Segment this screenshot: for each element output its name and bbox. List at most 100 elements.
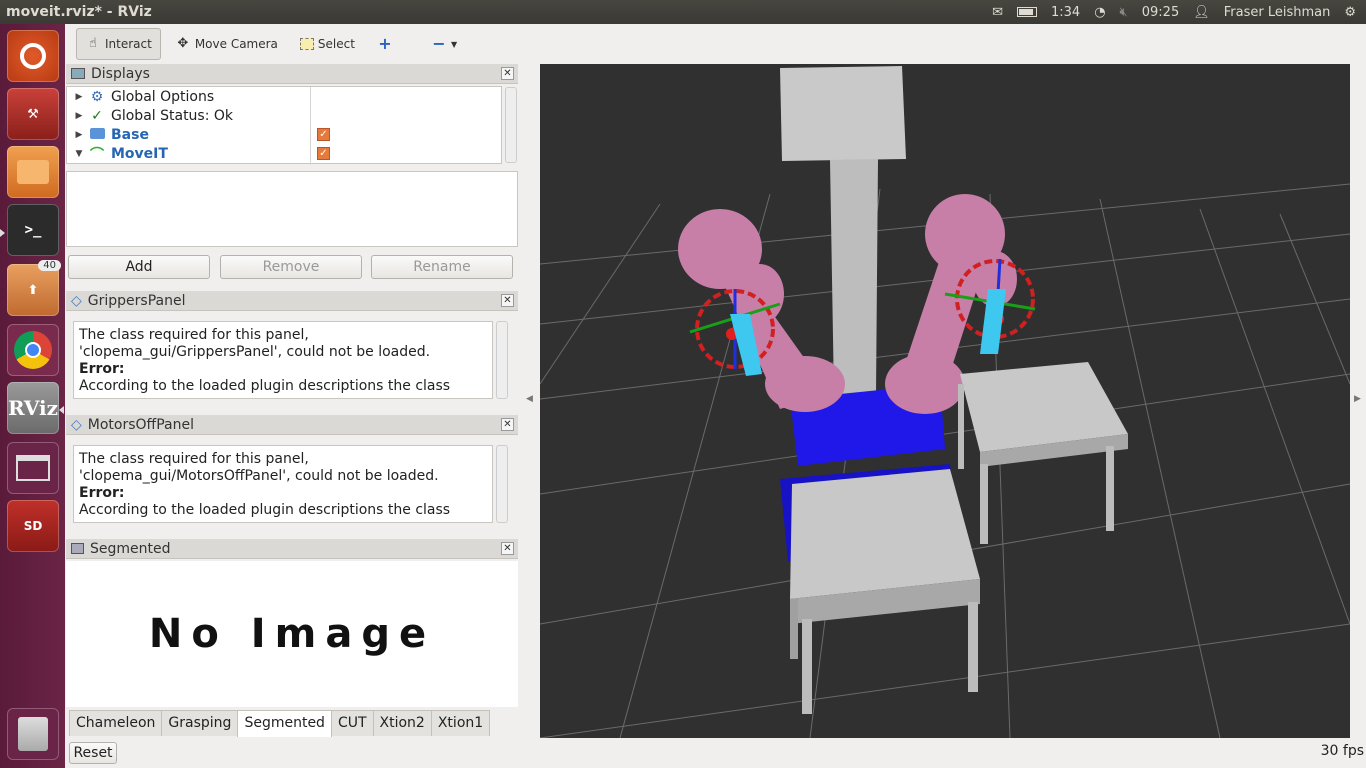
tree-label: Global Options (111, 88, 215, 105)
scene-svg (540, 66, 1350, 738)
grippers-scrollbar[interactable] (496, 321, 508, 399)
mail-icon[interactable]: ✉ (992, 5, 1003, 20)
segmented-image-view: No Image (66, 561, 518, 707)
property-description-box (66, 171, 518, 247)
tab-xtion1[interactable]: Xtion1 (430, 710, 491, 736)
move-camera-label: Move Camera (194, 37, 278, 51)
moveit-enabled-checkbox[interactable]: ✓ (317, 147, 330, 160)
reset-button[interactable]: Reset (69, 742, 117, 764)
panel-tab-bar: Chameleon Grasping Segmented CUT Xtion2 … (69, 710, 491, 737)
ubuntu-home-icon[interactable] (7, 30, 59, 82)
top-panel: moveit.rviz* - RViz ✉ 1:34 ◔ 🔇︎ 09:25 👤︎… (0, 0, 1366, 24)
tree-row-global-status[interactable]: ▶ ✓ Global Status: Ok (67, 106, 501, 125)
fps-readout: 30 fps (1320, 743, 1364, 759)
plus-icon: + (378, 34, 392, 53)
remove-tool-button[interactable]: − ▼ (423, 28, 465, 60)
remove-display-button[interactable]: Remove (220, 255, 362, 279)
dock-splitter[interactable]: ◀ (518, 64, 540, 738)
trash-icon[interactable] (7, 708, 59, 760)
battery-icon[interactable] (1017, 7, 1037, 17)
updates-icon[interactable]: ⬆ 40 (7, 260, 61, 316)
tab-chameleon[interactable]: Chameleon (69, 710, 163, 736)
rename-display-button[interactable]: Rename (371, 255, 513, 279)
sd-card-icon[interactable]: SD (7, 500, 59, 552)
segmented-panel-header: Segmented ✕ (66, 539, 518, 559)
running-arrow-icon (59, 406, 64, 414)
interact-tool-button[interactable]: ☝ Interact (76, 28, 161, 60)
image-icon (71, 543, 84, 554)
tree-row-base[interactable]: ▶ Base ✓ (67, 125, 501, 144)
error-heading: Error: (79, 361, 125, 377)
tab-cut[interactable]: CUT (330, 710, 374, 736)
error-line: 'clopema_gui/GrippersPanel', could not b… (79, 344, 431, 360)
grippers-close-icon[interactable]: ✕ (501, 294, 514, 307)
pillar (780, 66, 906, 396)
minus-icon: − (432, 34, 446, 53)
error-line: According to the loaded plugin descripti… (79, 502, 451, 518)
tree-row-moveit[interactable]: ▼ ⌒ MoveIT ✓ (67, 144, 501, 163)
grippers-panel-title: GrippersPanel (87, 292, 186, 309)
system-settings-icon[interactable]: ⚒ (7, 88, 59, 140)
rviz-icon[interactable]: RViz (7, 382, 59, 434)
updates-badge: 40 (38, 260, 61, 271)
panel-diamond-icon: ◇ (71, 416, 82, 433)
active-arrow-icon (0, 229, 5, 237)
front-table (790, 469, 980, 714)
tab-segmented[interactable]: Segmented (237, 710, 332, 737)
moveit-icon: ⌒ (90, 146, 104, 163)
folder-icon (89, 127, 105, 143)
base-enabled-checkbox[interactable]: ✓ (317, 128, 330, 141)
add-tool-button[interactable]: + (369, 28, 401, 60)
wifi-icon[interactable]: ◔ (1094, 5, 1105, 20)
select-label: Select (317, 37, 355, 51)
displays-tree: ▶ ⚙ Global Options ▶ ✓ Global Status: Ok… (66, 86, 517, 165)
panel-diamond-icon: ◇ (71, 292, 82, 309)
segmented-close-icon[interactable]: ✕ (501, 542, 514, 555)
status-bar: Reset 30 fps (65, 738, 1366, 768)
move-camera-icon: ✥ (177, 36, 189, 51)
error-line: According to the loaded plugin descripti… (79, 378, 451, 394)
motors-close-icon[interactable]: ✕ (501, 418, 514, 431)
tree-row-global-options[interactable]: ▶ ⚙ Global Options (67, 87, 501, 106)
motors-panel-title: MotorsOffPanel (87, 416, 194, 433)
battery-time[interactable]: 1:34 (1051, 5, 1080, 20)
tab-xtion2[interactable]: Xtion2 (372, 710, 432, 736)
add-display-button[interactable]: Add (68, 255, 210, 279)
motors-panel-header: ◇ MotorsOffPanel ✕ (66, 415, 518, 435)
expand-arrow-icon[interactable]: ▶ (73, 130, 85, 140)
files-icon[interactable] (7, 146, 59, 198)
interact-label: Interact (105, 37, 152, 51)
tab-grasping[interactable]: Grasping (161, 710, 239, 736)
grippers-panel-header: ◇ GrippersPanel ✕ (66, 291, 518, 311)
expand-right-icon[interactable]: ▶ (1354, 394, 1361, 404)
select-tool-button[interactable]: Select (292, 28, 363, 60)
segmented-panel-title: Segmented (90, 540, 171, 557)
dropdown-arrow-icon: ▼ (450, 39, 458, 49)
window-app-icon[interactable] (7, 442, 59, 494)
expand-arrow-icon[interactable]: ▶ (73, 111, 85, 121)
user-icon[interactable]: 👤︎ (1193, 5, 1210, 20)
displays-close-icon[interactable]: ✕ (501, 67, 514, 80)
error-heading: Error: (79, 485, 125, 501)
right-dock-strip[interactable]: ▶ (1350, 64, 1366, 738)
expand-arrow-icon[interactable]: ▶ (73, 92, 85, 102)
render-3d-view[interactable] (540, 64, 1350, 738)
move-camera-tool-button[interactable]: ✥ Move Camera (167, 28, 286, 60)
grippers-error-message: The class required for this panel, 'clop… (73, 321, 493, 399)
check-icon: ✓ (91, 107, 103, 124)
user-name[interactable]: Fraser Leishman (1224, 5, 1331, 20)
collapse-left-icon[interactable]: ◀ (526, 394, 533, 404)
chrome-icon[interactable] (7, 324, 59, 376)
displays-scrollbar[interactable] (505, 87, 517, 163)
collapse-arrow-icon[interactable]: ▼ (73, 149, 85, 159)
system-gear-icon[interactable]: ⚙ (1344, 5, 1356, 20)
error-line: The class required for this panel, (79, 451, 309, 467)
motors-scrollbar[interactable] (496, 445, 508, 523)
motors-error-message: The class required for this panel, 'clop… (73, 445, 493, 523)
launcher: ⚒ >_ ⬆ 40 RViz SD (0, 24, 65, 768)
volume-muted-icon[interactable]: 🔇︎ (1120, 5, 1128, 20)
clock[interactable]: 09:25 (1142, 5, 1179, 20)
hand-pointer-icon: ☝ (89, 36, 97, 51)
error-line: The class required for this panel, (79, 327, 309, 343)
terminal-icon[interactable]: >_ (7, 204, 59, 256)
